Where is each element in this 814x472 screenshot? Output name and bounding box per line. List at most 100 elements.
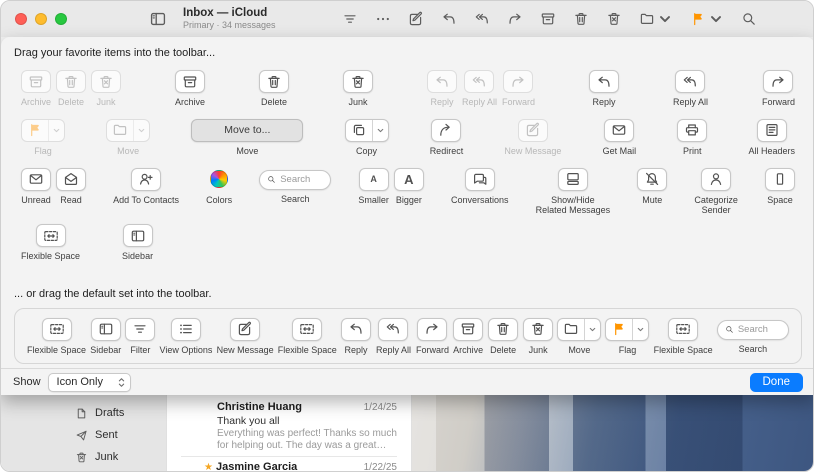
toolbar-item-delete[interactable]: Delete (259, 70, 289, 108)
message-sender: Christine Huang (217, 401, 358, 413)
toolbar-item-reply[interactable]: Reply (589, 70, 619, 108)
toolbar-item-reply-all[interactable]: Reply All (673, 70, 708, 108)
compose-icon (237, 321, 253, 337)
window-title-block: Inbox — iCloud Primary · 34 messages (183, 7, 276, 31)
titlebar: Inbox — iCloud Primary · 34 messages (1, 1, 813, 37)
more-icon (375, 11, 391, 27)
item-label: Bigger (396, 195, 422, 206)
search-button[interactable] (741, 11, 757, 27)
filter-icon (132, 321, 148, 337)
toolbar-item-archive-delete-junk[interactable]: ArchiveDeleteJunk (453, 318, 553, 356)
redirect-icon (438, 122, 454, 138)
toolbar-item-print[interactable]: Print (677, 119, 707, 157)
item-label: Sidebar (90, 345, 121, 356)
toolbar-item-add-to-contacts[interactable]: Add To Contacts (113, 168, 179, 206)
sidebar-item-label: Sent (95, 429, 118, 441)
reply-all-button[interactable] (474, 11, 490, 27)
toolbar-item-copy[interactable]: Copy (345, 119, 389, 157)
toolbar-item-all-headers[interactable]: All Headers (748, 119, 795, 157)
flexspace-icon (49, 321, 65, 337)
item-button (431, 119, 461, 142)
search-icon (725, 325, 734, 334)
item-button (42, 318, 72, 341)
zoom-button[interactable] (55, 13, 67, 25)
toolbar-item-unread-read[interactable]: UnreadRead (21, 168, 86, 206)
flag-button[interactable] (690, 11, 724, 27)
close-button[interactable] (15, 13, 27, 25)
toolbar-item-sidebar[interactable]: Sidebar (122, 224, 153, 262)
sidebar-toggle-button[interactable] (149, 10, 167, 28)
item-button (131, 168, 161, 191)
show-mode-dropdown[interactable]: Icon Only (48, 373, 131, 392)
toolbar-item-show-hide-related-messages[interactable]: Show/Hide Related Messages (536, 168, 611, 217)
more-button[interactable] (375, 11, 391, 27)
item-label: Forward (502, 97, 535, 108)
toolbar-item-get-mail[interactable]: Get Mail (603, 119, 637, 157)
item-button (637, 168, 667, 191)
sidebar-item-drafts[interactable]: Drafts (75, 402, 166, 424)
toolbar-item-colors[interactable]: Colors (206, 168, 232, 206)
move-button[interactable] (639, 11, 673, 27)
search-icon (267, 175, 276, 184)
sidebar-item-sent[interactable]: Sent (75, 424, 166, 446)
toolbar-item-flexible-space[interactable]: Flexible Space (654, 318, 713, 356)
toolbar-item-forward[interactable]: Forward (762, 70, 795, 108)
message-photo-preview (412, 395, 814, 472)
toolbar-item-new-message[interactable]: New Message (504, 119, 561, 157)
message-row[interactable]: ★Jasmine Garcia1/22/25 (181, 456, 397, 472)
toolbar-item-filter[interactable]: Filter (125, 318, 155, 356)
toolbar-item-view-options[interactable]: View Options (160, 318, 213, 356)
item-button (123, 224, 153, 247)
forward-button[interactable] (507, 11, 523, 27)
sidebar-item-junk[interactable]: Junk (75, 446, 166, 468)
toolbar-item-new-message[interactable]: New Message (217, 318, 274, 356)
junk-button[interactable] (606, 11, 622, 27)
item-button (465, 168, 495, 191)
toolbar-item-junk[interactable]: Junk (343, 70, 373, 108)
toolbar-item-conversations[interactable]: Conversations (451, 168, 509, 206)
item-label: Archive (21, 97, 51, 108)
done-button[interactable]: Done (750, 373, 804, 392)
toolbar-item-mute[interactable]: Mute (637, 168, 667, 206)
toolbar-item-space[interactable]: Space (765, 168, 795, 206)
item-button (503, 70, 533, 93)
toolbar-item-sidebar[interactable]: Sidebar (90, 318, 121, 356)
toolbar-item-move[interactable]: Move to...Move (191, 119, 303, 157)
toolbar-item-reply-reply-all-forward[interactable]: ReplyReply AllForward (341, 318, 449, 356)
toolbar-item-flag[interactable]: Flag (605, 318, 649, 356)
search-field: Search (259, 170, 331, 190)
search-field: Search (717, 320, 789, 340)
mailbox-sidebar: Drafts Sent Junk (1, 395, 166, 472)
item-button (171, 318, 201, 341)
item-label: Flag (34, 146, 52, 157)
item-button (523, 318, 553, 341)
message-row[interactable]: Christine Huang1/24/25Thank you allEvery… (181, 401, 397, 452)
toolbar-item-redirect[interactable]: Redirect (430, 119, 464, 157)
item-button (417, 318, 447, 341)
reply-button[interactable] (441, 11, 457, 27)
delete-button[interactable] (573, 11, 589, 27)
toolbar-item-categorize-sender[interactable]: Categorize Sender (694, 168, 738, 217)
toolbar-item-smaller-bigger[interactable]: ASmallerABigger (358, 168, 424, 206)
toolbar-item-reply-reply-all-forward[interactable]: ReplyReply AllForward (427, 70, 535, 108)
toolbar-item-flexible-space[interactable]: Flexible Space (27, 318, 86, 356)
archive-button[interactable] (540, 11, 556, 27)
toolbar-item-flexible-space[interactable]: Flexible Space (21, 224, 80, 262)
toolbar-item-search[interactable]: SearchSearch (717, 318, 789, 355)
item-label: Redirect (430, 146, 464, 157)
show-mode-value: Icon Only (57, 376, 103, 388)
new-message-button[interactable] (408, 11, 424, 27)
toolbar-item-search[interactable]: SearchSearch (259, 168, 331, 205)
item-label: Reply All (376, 345, 411, 356)
minimize-button[interactable] (35, 13, 47, 25)
toolbar-item-flag[interactable]: Flag (21, 119, 65, 157)
toolbar-item-archive-delete-junk[interactable]: ArchiveDeleteJunk (21, 70, 121, 108)
toolbar-item-move[interactable]: Move (557, 318, 601, 356)
toolbar-item-archive[interactable]: Archive (175, 70, 205, 108)
item-label: New Message (504, 146, 561, 157)
toolbar-item-move[interactable]: Move (106, 119, 150, 157)
toolbar-item-flexible-space[interactable]: Flexible Space (278, 318, 337, 356)
filter-button[interactable] (342, 11, 358, 27)
item-label: Space (767, 195, 793, 206)
item-button: A (359, 168, 389, 191)
